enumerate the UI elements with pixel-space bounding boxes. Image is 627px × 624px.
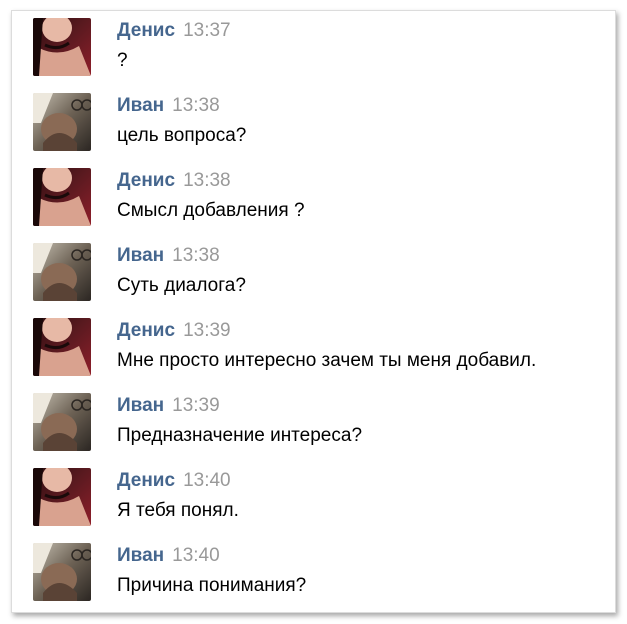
- author-name[interactable]: Иван: [117, 245, 164, 266]
- ivan-avatar[interactable]: [33, 243, 91, 301]
- message-time: 13:40: [172, 545, 220, 566]
- message-time: 13:38: [172, 95, 220, 116]
- denis-avatar[interactable]: [33, 318, 91, 376]
- ivan-avatar[interactable]: [33, 393, 91, 451]
- author-name[interactable]: Иван: [117, 545, 164, 566]
- message-text: Суть диалога?: [117, 275, 246, 296]
- chat-window: Денис 13:37 ? Иван 13:38 цель вопроса? Д…: [11, 10, 616, 613]
- author-name[interactable]: Денис: [117, 320, 175, 341]
- message-header: Денис 13:39: [117, 320, 231, 342]
- message-text: Смысл добавления ?: [117, 200, 305, 221]
- ivan-avatar[interactable]: [33, 543, 91, 601]
- message-header: Иван 13:38: [117, 245, 220, 267]
- denis-avatar[interactable]: [33, 18, 91, 76]
- message-item: Денис 13:38 Смысл добавления ?: [33, 161, 613, 226]
- message-time: 13:38: [183, 170, 231, 191]
- message-header: Иван 13:38: [117, 95, 220, 117]
- message-item: Иван 13:40 Причина понимания?: [33, 536, 613, 601]
- message-item: Иван 13:39 Предназначение интереса?: [33, 386, 613, 451]
- author-name[interactable]: Денис: [117, 170, 175, 191]
- message-text: Предназначение интереса?: [117, 425, 363, 446]
- message-item: Денис 13:37 ?: [33, 11, 613, 76]
- message-time: 13:39: [172, 395, 220, 416]
- message-header: Денис 13:38: [117, 170, 231, 192]
- message-header: Иван 13:39: [117, 395, 220, 417]
- message-text: ?: [117, 50, 128, 71]
- message-time: 13:38: [172, 245, 220, 266]
- message-header: Денис 13:37: [117, 20, 231, 42]
- message-text: Мне просто интересно зачем ты меня добав…: [117, 350, 537, 371]
- message-item: Иван 13:38 Суть диалога?: [33, 236, 613, 301]
- message-item: Денис 13:39 Мне просто интересно зачем ты…: [33, 311, 613, 376]
- denis-avatar[interactable]: [33, 468, 91, 526]
- message-time: 13:39: [183, 320, 231, 341]
- message-item: Денис 13:40 Я тебя понял.: [33, 461, 613, 526]
- message-text: Я тебя понял.: [117, 500, 239, 521]
- message-header: Денис 13:40: [117, 470, 231, 492]
- denis-avatar[interactable]: [33, 168, 91, 226]
- message-text: Причина понимания?: [117, 575, 307, 596]
- message-time: 13:40: [183, 470, 231, 491]
- author-name[interactable]: Иван: [117, 95, 164, 116]
- author-name[interactable]: Иван: [117, 395, 164, 416]
- message-header: Иван 13:40: [117, 545, 220, 567]
- message-time: 13:37: [183, 20, 231, 41]
- message-item: Иван 13:38 цель вопроса?: [33, 86, 613, 151]
- message-text: цель вопроса?: [117, 125, 247, 146]
- author-name[interactable]: Денис: [117, 470, 175, 491]
- ivan-avatar[interactable]: [33, 93, 91, 151]
- author-name[interactable]: Денис: [117, 20, 175, 41]
